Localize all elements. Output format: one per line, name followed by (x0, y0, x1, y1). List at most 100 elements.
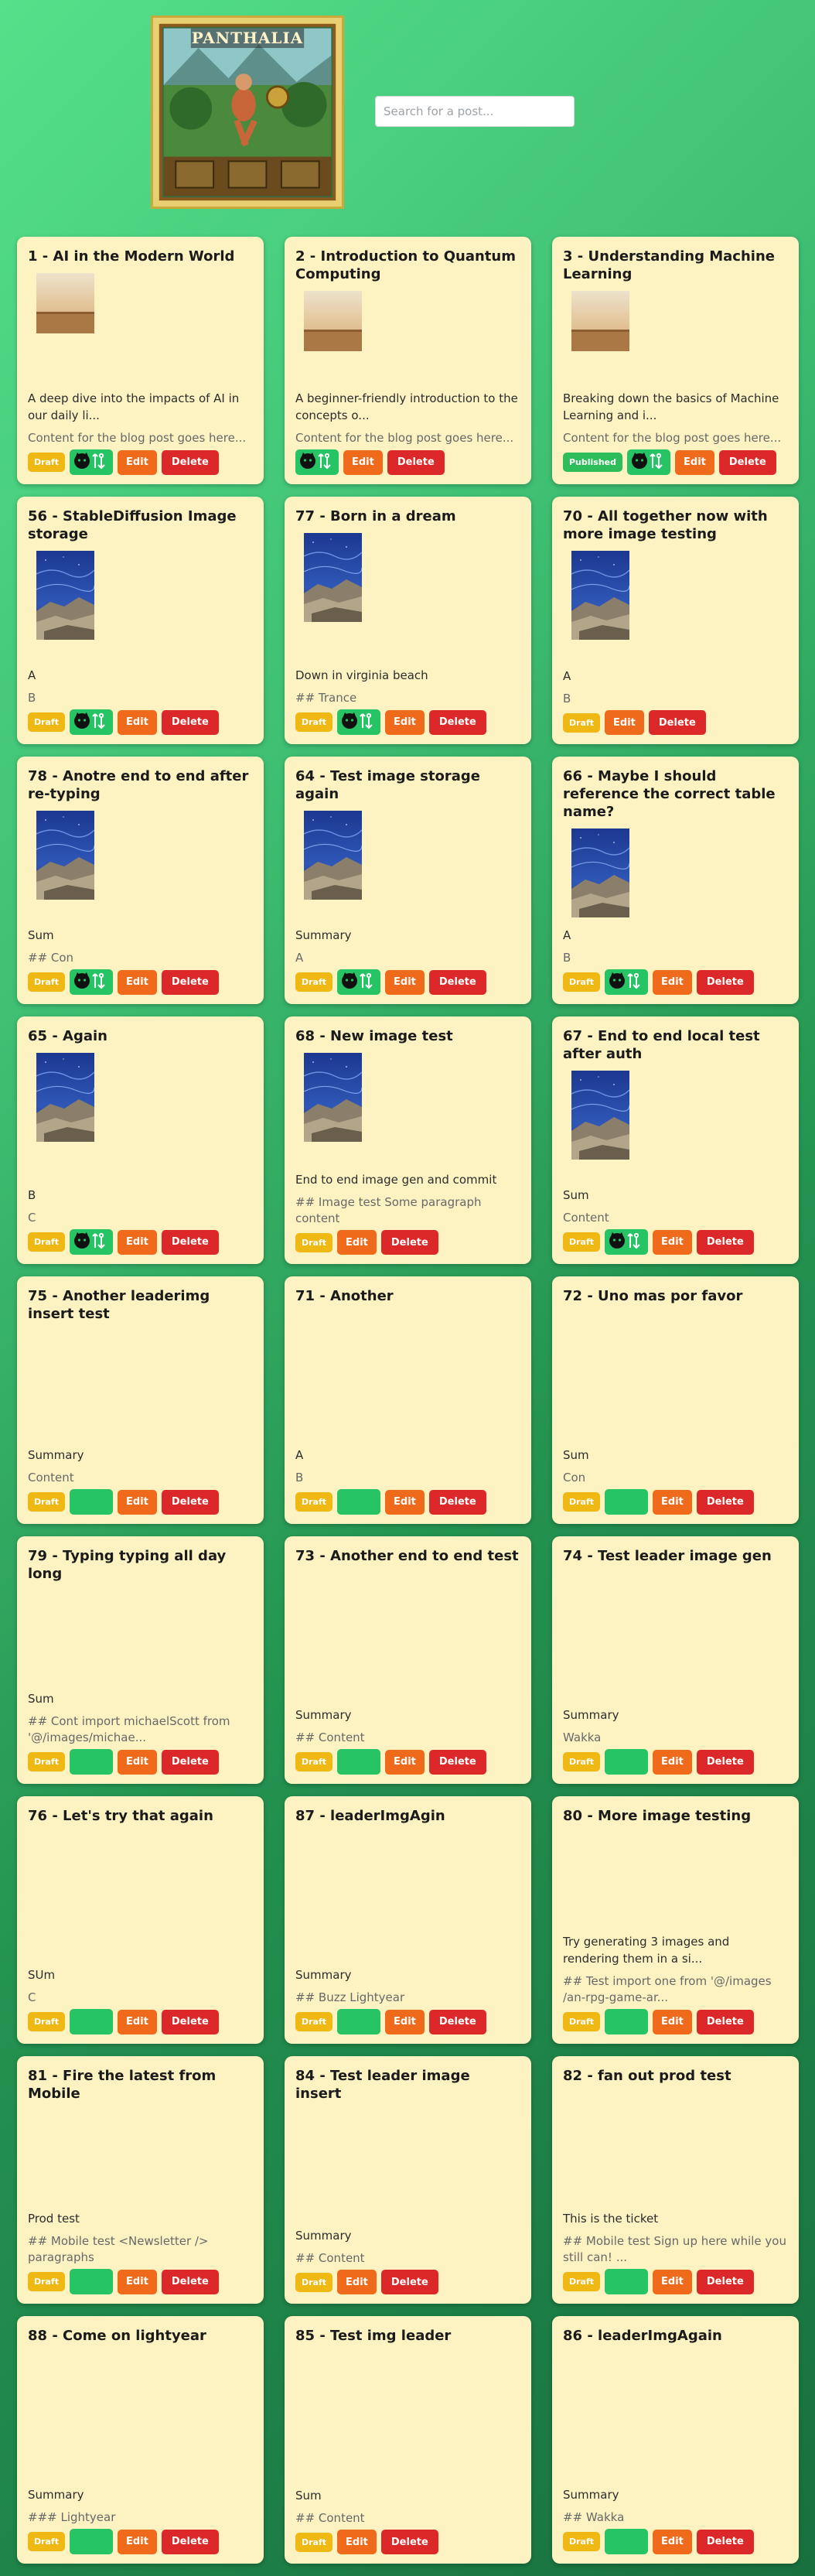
status-badge[interactable]: Draft (563, 712, 601, 733)
delete-button[interactable]: Delete (161, 1749, 219, 1775)
post-card[interactable]: 81 - Fire the latest from Mobile Prod tes… (17, 2056, 264, 2304)
github-commit-button[interactable] (627, 449, 671, 475)
delete-button[interactable]: Delete (696, 1749, 754, 1775)
post-card[interactable]: 1 - AI in the Modern World A deep dive in… (17, 237, 264, 484)
github-commit-button[interactable] (70, 1749, 114, 1775)
status-badge[interactable]: Draft (563, 1232, 601, 1252)
status-badge[interactable]: Draft (563, 2012, 601, 2031)
delete-button[interactable]: Delete (718, 449, 776, 475)
status-badge[interactable]: Draft (295, 1232, 333, 1252)
github-commit-button[interactable] (70, 449, 114, 475)
github-commit-button[interactable] (605, 2009, 649, 2034)
post-card[interactable]: 80 - More image testing Try generating 3 … (552, 1796, 799, 2044)
delete-button[interactable]: Delete (161, 709, 219, 735)
post-card[interactable]: 72 - Uno mas por favor Sum Con Draft Edit Del… (552, 1276, 799, 1524)
post-card[interactable]: 85 - Test img leader Sum ## Content Draft Ed… (285, 2316, 531, 2564)
edit-button[interactable]: Edit (337, 2270, 377, 2294)
delete-button[interactable]: Delete (387, 449, 445, 475)
github-commit-button[interactable] (337, 2009, 381, 2034)
github-commit-button[interactable] (70, 1489, 114, 1515)
edit-button[interactable]: Edit (653, 2529, 692, 2554)
edit-button[interactable]: Edit (653, 2269, 692, 2294)
github-commit-button[interactable] (605, 2529, 649, 2554)
status-badge[interactable]: Draft (28, 2012, 66, 2031)
delete-button[interactable]: Delete (161, 2269, 219, 2294)
github-commit-button[interactable] (70, 709, 114, 735)
delete-button[interactable]: Delete (161, 2009, 219, 2034)
delete-button[interactable]: Delete (696, 1229, 754, 1255)
status-badge[interactable]: Draft (28, 1232, 66, 1252)
delete-button[interactable]: Delete (696, 2269, 754, 2294)
github-commit-button[interactable] (70, 969, 114, 995)
edit-button[interactable]: Edit (653, 1229, 692, 1255)
status-badge[interactable]: Draft (563, 2532, 601, 2551)
post-card[interactable]: 86 - leaderImgAgain Summary ## Wakka Draft E… (552, 2316, 799, 2564)
github-commit-button[interactable] (70, 2269, 114, 2294)
status-badge[interactable]: Draft (295, 2012, 333, 2031)
status-badge[interactable]: Draft (295, 1492, 333, 1512)
delete-button[interactable]: Delete (161, 449, 219, 475)
post-card[interactable]: 84 - Test leader image insert Summary ## C… (285, 2056, 531, 2304)
edit-button[interactable]: Edit (653, 1489, 692, 1515)
github-commit-button[interactable] (605, 1229, 649, 1255)
post-card[interactable]: 79 - Typing typing all day long Sum ## Con… (17, 1536, 264, 1784)
delete-button[interactable]: Delete (696, 2009, 754, 2034)
status-badge[interactable]: Draft (295, 972, 333, 992)
status-badge[interactable]: Draft (295, 2272, 333, 2292)
post-card[interactable]: 74 - Test leader image gen Summary Wakka Dr… (552, 1536, 799, 1784)
delete-button[interactable]: Delete (696, 1489, 754, 1515)
edit-button[interactable]: Edit (118, 1229, 157, 1255)
edit-button[interactable]: Edit (343, 449, 383, 475)
delete-button[interactable]: Delete (428, 1489, 486, 1515)
edit-button[interactable]: Edit (337, 2530, 377, 2554)
site-logo[interactable]: PANTHALIA (151, 15, 344, 209)
post-card[interactable]: 3 - Understanding Machine Learning Breaki… (552, 237, 799, 484)
github-commit-button[interactable] (337, 1489, 381, 1515)
post-card[interactable]: 77 - Born in a dream Down in virginia bea… (285, 497, 531, 744)
delete-button[interactable]: Delete (380, 2270, 438, 2294)
status-badge[interactable]: Draft (28, 2272, 66, 2291)
github-commit-button[interactable] (605, 1489, 649, 1515)
edit-button[interactable]: Edit (118, 709, 157, 735)
delete-button[interactable]: Delete (161, 1489, 219, 1515)
delete-button[interactable]: Delete (696, 969, 754, 995)
delete-button[interactable]: Delete (161, 1229, 219, 1255)
post-card[interactable]: 76 - Let's try that again SUm C Draft Edit De… (17, 1796, 264, 2044)
edit-button[interactable]: Edit (653, 2009, 692, 2034)
edit-button[interactable]: Edit (118, 2269, 157, 2294)
post-card[interactable]: 75 - Another leaderimg insert test Summar… (17, 1276, 264, 1524)
github-commit-button[interactable] (70, 2009, 114, 2034)
delete-button[interactable]: Delete (161, 969, 219, 995)
post-card[interactable]: 73 - Another end to end test Summary ## Co… (285, 1536, 531, 1784)
status-badge[interactable]: Draft (563, 972, 601, 992)
status-badge[interactable]: Draft (28, 2532, 66, 2551)
post-card[interactable]: 68 - New image test End to end image gen … (285, 1016, 531, 1264)
delete-button[interactable]: Delete (380, 1230, 438, 1255)
status-badge[interactable]: Draft (295, 2532, 333, 2552)
github-commit-button[interactable] (70, 1229, 114, 1255)
edit-button[interactable]: Edit (605, 710, 644, 735)
delete-button[interactable]: Delete (428, 709, 486, 735)
edit-button[interactable]: Edit (385, 1749, 425, 1775)
edit-button[interactable]: Edit (118, 2529, 157, 2554)
github-commit-button[interactable] (605, 2269, 649, 2294)
edit-button[interactable]: Edit (118, 969, 157, 995)
edit-button[interactable]: Edit (385, 1489, 425, 1515)
github-commit-button[interactable] (605, 1749, 649, 1775)
post-card[interactable]: 56 - StableDiffusion Image storage A B Draf… (17, 497, 264, 744)
edit-button[interactable]: Edit (118, 2009, 157, 2034)
post-card[interactable]: 82 - fan out prod test This is the ticket… (552, 2056, 799, 2304)
post-card[interactable]: 78 - Anotre end to end after re-typing Su… (17, 757, 264, 1004)
github-commit-button[interactable] (337, 1749, 381, 1775)
delete-button[interactable]: Delete (696, 2529, 754, 2554)
status-badge[interactable]: Draft (563, 1492, 601, 1512)
delete-button[interactable]: Delete (428, 969, 486, 995)
github-commit-button[interactable] (70, 2529, 114, 2554)
status-badge[interactable]: Draft (28, 1752, 66, 1771)
post-card[interactable]: 87 - leaderImgAgin Summary ## Buzz Lightye… (285, 1796, 531, 2044)
github-commit-button[interactable] (337, 709, 381, 735)
delete-button[interactable]: Delete (648, 710, 706, 735)
edit-button[interactable]: Edit (118, 1749, 157, 1775)
post-card[interactable]: 70 - All together now with more image te… (552, 497, 799, 744)
delete-button[interactable]: Delete (161, 2529, 219, 2554)
